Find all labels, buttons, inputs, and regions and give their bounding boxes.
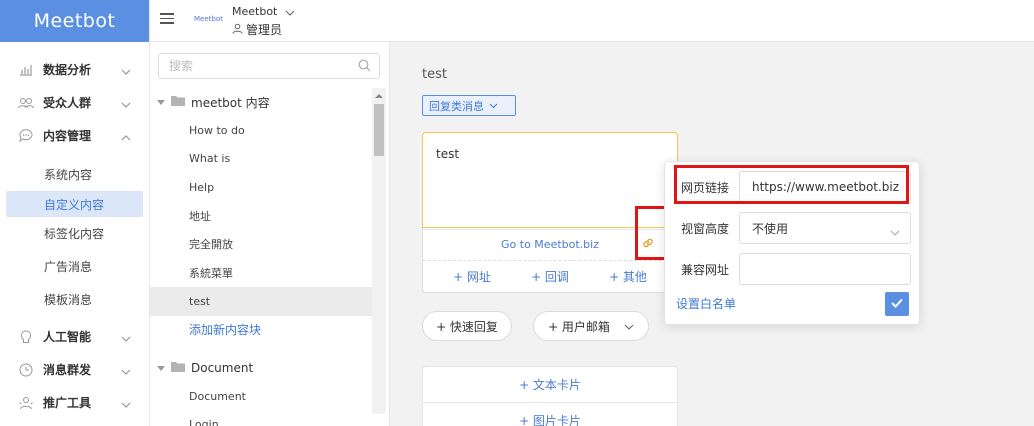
user-email-label: + 用户邮箱 — [548, 319, 610, 334]
chat-bubble-icon — [18, 128, 34, 144]
user-email-button[interactable]: + 用户邮箱 — [533, 311, 649, 341]
tree-item[interactable]: What is — [150, 145, 372, 174]
users-icon — [18, 95, 34, 111]
chevron-down-icon — [121, 397, 131, 411]
content-tree-panel: meetbot 内容 How to do What is Help 地址 完全開… — [150, 42, 390, 426]
tree-item[interactable]: 地址 — [150, 202, 372, 231]
fallback-url-input[interactable] — [739, 253, 911, 285]
caret-down-icon[interactable] — [157, 361, 165, 375]
clock-icon — [18, 362, 34, 378]
fallback-label: 兼容网址 — [681, 262, 730, 277]
chevron-down-icon — [890, 225, 900, 239]
chevron-down-icon — [121, 97, 131, 111]
height-select[interactable]: 不使用 — [739, 212, 911, 244]
folder-icon — [171, 361, 185, 375]
nav-item-custom-content[interactable]: 自定义内容 — [6, 191, 143, 217]
fallback-row: 兼容网址 — [665, 252, 921, 286]
tree-scrollbar[interactable] — [372, 88, 386, 414]
tree-item[interactable]: Help — [150, 173, 372, 202]
menu-toggle-icon[interactable] — [160, 13, 174, 25]
chevron-down-icon — [489, 99, 498, 112]
height-value: 不使用 — [752, 221, 789, 236]
nav-group-label: 内容管理 — [43, 129, 92, 143]
tree-search — [158, 53, 380, 79]
tree-folder-document[interactable]: Document — [150, 354, 386, 382]
nav-item-template-messages[interactable]: 模板消息 — [0, 283, 149, 316]
bar-chart-icon — [18, 62, 34, 78]
nav-group-content[interactable]: 内容管理 — [0, 119, 149, 152]
scroll-up-icon[interactable] — [375, 88, 383, 102]
chevron-down-icon — [121, 64, 131, 78]
nav-item-tagged-content[interactable]: 标签化内容 — [0, 217, 149, 250]
user-icon — [232, 23, 243, 37]
ai-brain-icon — [18, 329, 34, 345]
nav-group-label: 消息群发 — [43, 363, 92, 377]
editor-text: test — [436, 147, 460, 161]
folder-label: Document — [191, 361, 254, 375]
folder-label: meetbot 内容 — [191, 95, 270, 110]
top-header: Meetbot Meetbot 管理员 — [150, 0, 1034, 42]
chevron-up-icon — [121, 130, 131, 144]
quick-reply-button[interactable]: + 快速回复 — [422, 311, 512, 341]
add-card-panel: + 文本卡片 + 图片卡片 — [422, 366, 678, 426]
search-input[interactable] — [169, 54, 359, 78]
nav-group-label: 推广工具 — [43, 396, 92, 410]
nav-item-system-content[interactable]: 系统内容 — [0, 158, 149, 191]
add-url-button[interactable]: + 网址 — [453, 268, 491, 285]
nav-group-label: 受众人群 — [43, 96, 92, 110]
add-other-button[interactable]: + 其他 — [609, 268, 647, 285]
highlight-box-url — [674, 165, 909, 204]
tree-folder-meetbot[interactable]: meetbot 内容 — [150, 88, 386, 116]
search-icon[interactable] — [358, 59, 371, 75]
chevron-down-icon[interactable] — [285, 5, 295, 19]
caret-down-icon[interactable] — [157, 95, 165, 109]
tree-item[interactable]: 完全開放 — [150, 230, 372, 259]
confirm-button[interactable] — [885, 292, 909, 316]
chevron-down-icon — [121, 364, 131, 378]
reply-type-label: 回复类消息 — [429, 99, 484, 113]
tree-item[interactable]: How to do — [150, 116, 372, 145]
nav-group-promo[interactable]: 推广工具 — [0, 386, 149, 419]
sidebar: Meetbot 数据分析 受众人群 内容管理 系统内容 自定义内容 标签化内容 … — [0, 0, 150, 426]
chevron-down-icon — [121, 331, 131, 345]
nav-group-audience[interactable]: 受众人群 — [0, 86, 149, 119]
folder-icon — [171, 95, 185, 109]
brand-mini-logo: Meetbot — [194, 15, 223, 23]
tree-item[interactable]: 系統菜單 — [150, 259, 372, 288]
tree-item[interactable]: Login — [150, 411, 372, 426]
add-callback-button[interactable]: + 回调 — [531, 268, 569, 285]
scrollbar-thumb[interactable] — [374, 104, 384, 156]
add-content-block-link[interactable]: 添加新内容块 — [150, 316, 372, 345]
account-name[interactable]: Meetbot — [232, 5, 277, 18]
reply-type-dropdown[interactable]: 回复类消息 — [422, 95, 516, 116]
app-logo[interactable]: Meetbot — [0, 0, 149, 42]
card-actions: + 网址 + 回调 + 其他 — [423, 260, 677, 292]
role-label: 管理员 — [246, 23, 283, 37]
height-row: 视窗高度 不使用 — [665, 211, 921, 245]
add-image-card-button[interactable]: + 图片卡片 — [423, 403, 677, 426]
height-label: 视窗高度 — [681, 221, 730, 236]
tree-item[interactable]: Document — [150, 382, 372, 411]
whitelist-link[interactable]: 设置白名单 — [676, 295, 736, 312]
account-role: 管理员 — [232, 21, 282, 38]
tree-item-selected[interactable]: test — [150, 287, 372, 316]
tree-list: meetbot 内容 How to do What is Help 地址 完全開… — [150, 88, 386, 426]
nav-group-label: 人工智能 — [43, 330, 92, 344]
nav-group-ai[interactable]: 人工智能 — [0, 320, 149, 353]
add-text-card-button[interactable]: + 文本卡片 — [423, 367, 677, 403]
content-title: test — [422, 67, 447, 82]
check-icon — [891, 297, 903, 311]
nav-item-ad-messages[interactable]: 广告消息 — [0, 250, 149, 283]
nav-group-data-analysis[interactable]: 数据分析 — [0, 53, 149, 86]
nav-group-broadcast[interactable]: 消息群发 — [0, 353, 149, 386]
promo-icon — [18, 395, 34, 411]
chevron-down-icon — [624, 319, 634, 333]
nav-group-label: 数据分析 — [43, 63, 92, 77]
